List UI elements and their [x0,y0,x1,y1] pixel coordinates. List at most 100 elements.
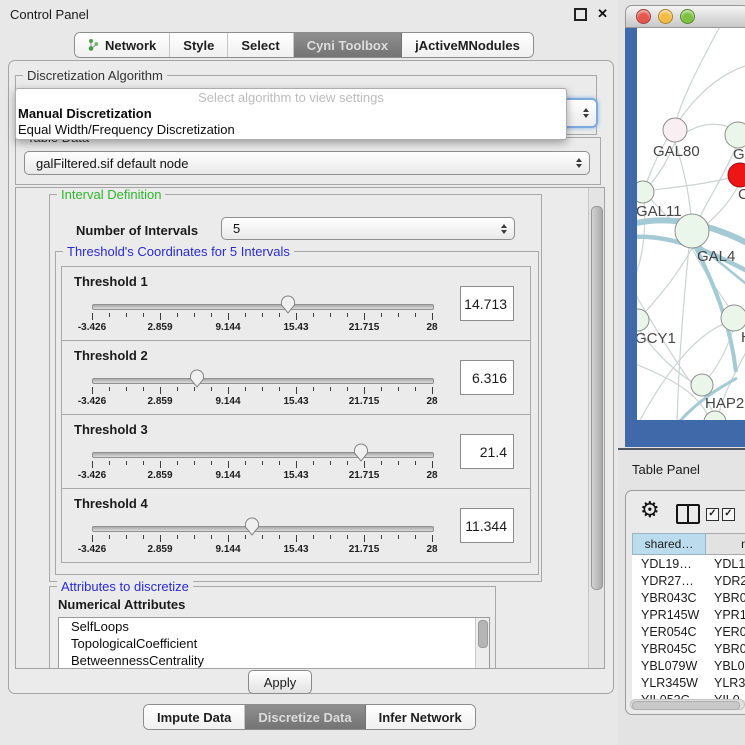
algorithm-option-manual-discretization[interactable]: Manual Discretization [16,106,566,122]
table-row[interactable]: YER054CYER0 [632,623,745,640]
tab-network[interactable]: Network [75,33,170,57]
network-node-label: GAL11 [637,203,682,220]
threshold-value-field[interactable]: 21.4 [460,434,514,469]
network-node[interactable] [704,411,726,420]
tab-jactivemnodules[interactable]: jActiveMNodules [402,33,533,57]
slider-thumb[interactable] [281,295,296,314]
number-of-intervals-combobox[interactable]: 5 [221,217,515,240]
tab-discretize-data[interactable]: Discretize Data [245,705,365,729]
tab-label: Impute Data [157,710,231,725]
network-node-ga[interactable] [725,122,745,148]
table-row[interactable]: YDR27…YDR2 [632,572,745,589]
close-traffic-light[interactable] [636,9,651,24]
number-of-intervals-value: 5 [233,221,240,236]
network-node-gal4[interactable] [675,214,709,248]
combo-spinner-icon [501,224,507,234]
checkbox-checked-icon[interactable]: ✓ [706,508,719,521]
attributes-group: Attributes to discretize Numerical Attri… [49,586,496,669]
tick-label: 21.715 [349,396,380,407]
tick-label: 28 [426,544,437,555]
network-edge[interactable] [640,248,692,318]
split-view-icon[interactable] [676,504,700,524]
group-title: Interval Definition [57,187,165,202]
network-edge[interactable] [695,147,736,227]
list-item-selfloops[interactable]: SelfLoops [59,618,489,635]
threshold-value-field[interactable]: 11.344 [460,508,514,543]
table-row[interactable]: YBR043CYBR0 [632,589,745,606]
column-header-shared-name[interactable]: shared… [632,533,706,555]
threshold-value-field[interactable]: 14.713 [460,286,514,321]
table-row[interactable]: YBL079WYBL0 [632,657,745,674]
network-edge[interactable] [647,178,729,191]
table-row[interactable]: YPR145WYPR1 [632,606,745,623]
slider-thumb[interactable] [244,517,259,536]
algorithm-dropdown-popup: Select algorithm to view settings Manual… [15,88,567,140]
list-item-topologicalcoefficient[interactable]: TopologicalCoefficient [59,635,489,652]
tick-label: 9.144 [215,396,240,407]
close-icon[interactable]: ✕ [597,6,608,22]
network-node-gal80[interactable] [663,118,687,142]
network-node-gal11[interactable] [637,181,654,203]
slider-thumb[interactable] [190,369,205,388]
threshold-panel-threshold-2: Threshold 2-3.4262.8599.14415.4321.71528… [61,340,531,415]
threshold-panel-threshold-1: Threshold 1-3.4262.8599.14415.4321.71528… [61,266,531,341]
network-edge[interactable] [677,247,689,420]
network-window-titlebar[interactable] [625,5,745,28]
cell-name: YER0 [706,625,745,639]
threshold-panel-threshold-4: Threshold 4-3.4262.8599.14415.4321.71528… [61,488,531,563]
tick-label: 28 [426,322,437,333]
network-view-window: GAL80GACGAL11GAL4GCY1HHAP2 [625,5,745,447]
network-node-c[interactable] [728,163,745,187]
list-item-betweennesscentrality[interactable]: BetweennessCentrality [59,652,489,669]
slider-thumb[interactable] [353,443,368,462]
attributes-listbox[interactable]: SelfLoopsTopologicalCoefficientBetweenne… [58,617,490,669]
algorithm-option-equal-width-frequency-discretization[interactable]: Equal Width/Frequency Discretization [16,122,566,138]
network-canvas[interactable]: GAL80GACGAL11GAL4GCY1HHAP2 [637,28,745,420]
bottom-tab-bar: Impute Data Discretize DataInfer Network [143,704,476,730]
cyni-toolbox-panel: Discretization Algorithm Select algorith… [8,60,614,694]
tab-label: Network [105,38,156,53]
slider[interactable] [92,517,432,537]
threshold-label: Threshold 1 [74,274,148,289]
network-edge[interactable] [677,28,722,118]
tab-cyni-toolbox[interactable]: Cyni Toolbox [294,33,402,57]
table-data-combobox[interactable]: galFiltered.sif default node [24,151,590,175]
tick-label: -3.426 [78,544,106,555]
scrollbar-thumb[interactable] [591,206,603,590]
tick-label: 21.715 [349,544,380,555]
tab-infer-network[interactable]: Infer Network [366,705,475,729]
horizontal-scrollbar[interactable] [630,699,745,710]
right-side: GAL80GACGAL11GAL4GCY1HHAP2 Table Panel ⚙… [618,0,745,745]
checkbox-checked-icon[interactable]: ✓ [722,508,735,521]
tab-select[interactable]: Select [228,33,293,57]
slider[interactable] [92,369,432,389]
network-node-label: GCY1 [637,330,676,347]
network-node-gcy1[interactable] [637,309,649,331]
gear-icon[interactable]: ⚙ [640,497,660,523]
tick-label: -3.426 [78,470,106,481]
network-node-hap2[interactable] [691,374,713,396]
network-node-h[interactable] [721,305,745,331]
table-row[interactable]: YDL19…YDL1 [632,555,745,572]
tick-label: 21.715 [349,470,380,481]
float-window-icon[interactable] [574,8,587,21]
apply-button[interactable]: Apply [248,670,312,694]
threshold-value-field[interactable]: 6.316 [460,360,514,395]
slider[interactable] [92,295,432,315]
column-header-name[interactable]: n [706,533,745,555]
tick-label: 9.144 [215,322,240,333]
viewport-scrollbar[interactable] [588,188,604,668]
top-tab-bar: Network StyleSelectCyni ToolboxjActiveMNo… [74,32,534,58]
scrollbar-thumb[interactable] [632,701,740,710]
zoom-traffic-light[interactable] [680,9,695,24]
slider[interactable] [92,443,432,463]
table-row[interactable]: YLR345WYLR3 [632,674,745,691]
tab-style[interactable]: Style [170,33,228,57]
table-row[interactable]: YBR045CYBR0 [632,640,745,657]
tick-label: 28 [426,396,437,407]
minimize-traffic-light[interactable] [658,9,673,24]
tab-impute-data[interactable]: Impute Data [144,705,245,729]
list-scrollbar[interactable] [475,618,489,669]
network-node-label: GAL80 [653,143,700,160]
control-panel: Control Panel ✕ NetworkStyleSelectCyni T… [0,0,618,745]
